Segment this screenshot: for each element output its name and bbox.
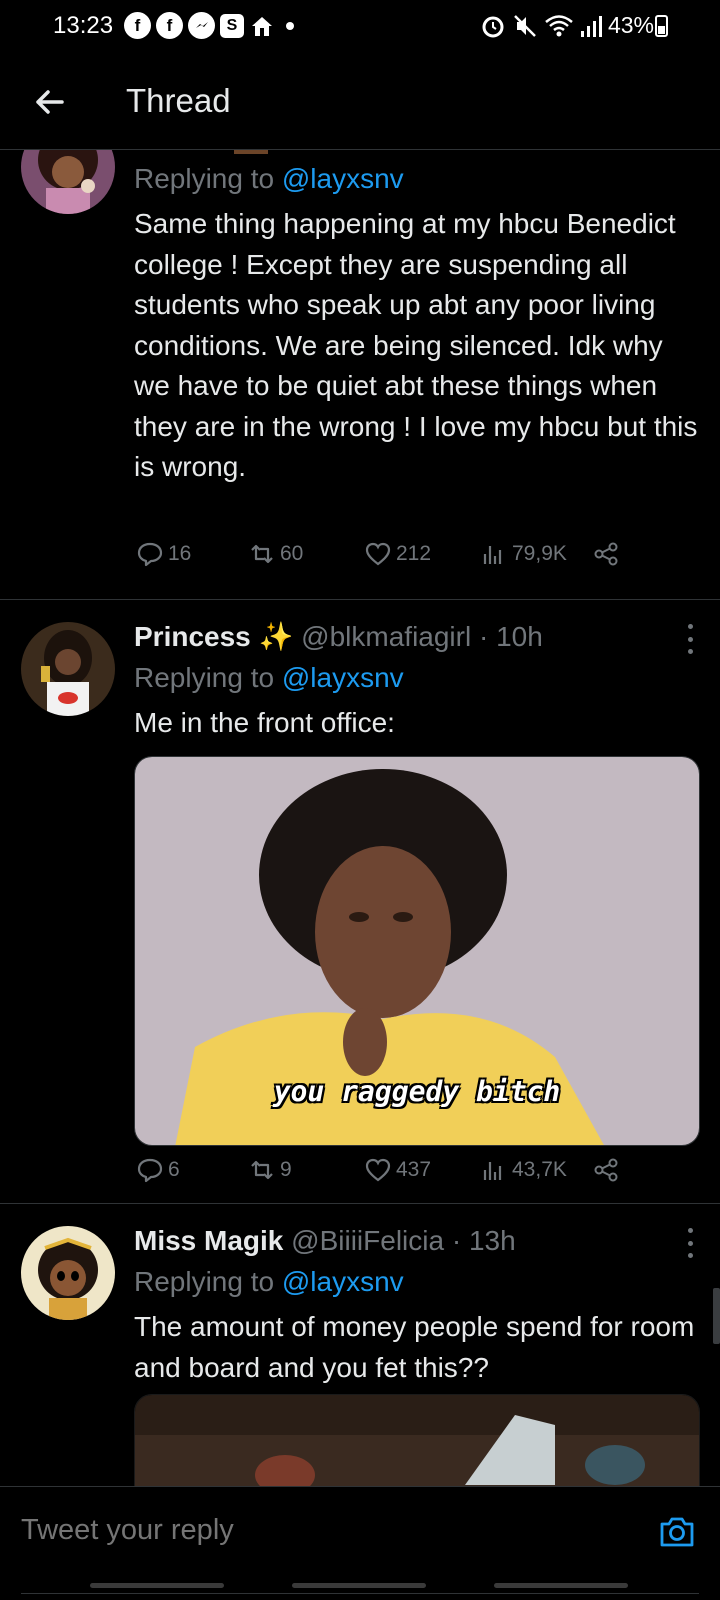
like-count: 212 — [396, 542, 432, 565]
reply-button[interactable]: 6 — [136, 1152, 180, 1188]
replying-to: Replying to @layxsnv — [134, 160, 698, 198]
avatar[interactable] — [21, 1226, 115, 1320]
media-image — [135, 1395, 699, 1486]
more-notifications-dot — [286, 21, 294, 30]
battery-icon — [655, 15, 668, 37]
tweet-header: Miss Magik @BiiiiFelicia · 13h — [134, 1222, 698, 1260]
mute-icon — [514, 14, 536, 37]
views-icon — [483, 1162, 502, 1180]
share-icon — [594, 1158, 618, 1182]
replying-prefix: Replying to — [134, 1266, 275, 1297]
views-button[interactable]: 43,7K — [480, 1152, 567, 1188]
replying-prefix: Replying to — [134, 662, 275, 693]
reply-icon — [137, 1158, 163, 1183]
tweet-media[interactable] — [134, 1394, 700, 1486]
system-icons: 43% — [480, 12, 654, 39]
avatar[interactable] — [21, 622, 115, 716]
tweet-text: Me in the front office: — [134, 707, 395, 738]
gif-caption: you raggedy bitch — [273, 1075, 561, 1108]
tweet-actions: 6 9 437 43,7K — [136, 1152, 636, 1188]
page-title: Thread — [126, 82, 231, 119]
reply-count: 16 — [168, 542, 192, 565]
heart-icon — [365, 542, 391, 566]
share-button[interactable] — [592, 1152, 620, 1188]
tweet[interactable]: Princess ✨ @blkmafiagirl · 10h Replying … — [0, 600, 720, 1204]
more-options-icon[interactable] — [686, 624, 694, 654]
tweet-media[interactable]: you raggedy bitch — [134, 756, 700, 1146]
replying-prefix: Replying to — [134, 163, 275, 194]
back-arrow-icon[interactable] — [30, 82, 70, 122]
reply-input[interactable] — [21, 1514, 601, 1547]
signal-icon — [580, 15, 602, 37]
retweet-icon — [251, 1160, 273, 1180]
views-count: 79,9K — [512, 542, 567, 565]
author-name[interactable]: Miss Magik — [134, 1225, 283, 1256]
reply-icon — [137, 542, 163, 567]
share-button[interactable] — [592, 536, 620, 572]
retweet-count: 60 — [280, 542, 304, 565]
nav-back-button[interactable] — [494, 1583, 628, 1588]
tweet-header: Princess ✨ @blkmafiagirl · 10h — [134, 618, 698, 656]
nav-home-button[interactable] — [292, 1583, 426, 1588]
retweet-button[interactable]: 60 — [248, 536, 303, 572]
like-button[interactable]: 437 — [364, 1152, 431, 1188]
alarm-icon — [482, 16, 504, 37]
reply-button[interactable]: 16 — [136, 536, 191, 572]
facebook-icon: f — [156, 12, 183, 39]
views-button[interactable]: 79,9K — [480, 536, 567, 572]
tweet[interactable]: Replying to @layxsnv Same thing happenin… — [0, 150, 720, 600]
messenger-icon — [188, 12, 215, 39]
camera-icon[interactable] — [658, 1513, 696, 1551]
replying-to: Replying to @layxsnv — [134, 659, 698, 697]
reply-underline — [21, 1593, 699, 1594]
scrollbar-thumb[interactable] — [713, 1288, 720, 1344]
author-name[interactable]: Princess ✨ — [134, 621, 293, 652]
retweet-icon — [251, 544, 273, 564]
facebook-icon: f — [124, 12, 151, 39]
share-icon — [594, 542, 618, 566]
reply-bar — [0, 1486, 720, 1600]
status-time: 13:23 — [53, 12, 114, 39]
author-handle[interactable]: @blkmafiagirl · 10h — [301, 621, 543, 652]
thread-feed[interactable]: Replying to @layxsnv Same thing happenin… — [0, 150, 720, 1486]
views-icon — [483, 546, 502, 564]
notification-icons: f f S — [124, 12, 294, 39]
more-options-icon[interactable] — [686, 1228, 694, 1258]
replying-to: Replying to @layxsnv — [134, 1263, 698, 1301]
retweet-count: 9 — [280, 1158, 292, 1181]
author-handle[interactable]: @BiiiiFelicia · 13h — [291, 1225, 516, 1256]
home-icon — [252, 16, 272, 36]
heart-icon — [365, 1158, 391, 1182]
wifi-icon — [545, 14, 573, 36]
tweet[interactable]: Miss Magik @BiiiiFelicia · 13h Replying … — [0, 1204, 720, 1486]
reply-count: 6 — [168, 1158, 180, 1181]
mention-link[interactable]: @layxsnv — [282, 163, 404, 194]
s-icon: S — [220, 13, 244, 38]
tweet-text: Same thing happening at my hbcu Benedict… — [134, 208, 698, 482]
tweet-actions: 16 60 212 79,9K — [136, 536, 636, 572]
like-button[interactable]: 212 — [364, 536, 431, 572]
nav-recents-button[interactable] — [90, 1583, 224, 1588]
emoji-fragment — [234, 150, 268, 154]
mention-link[interactable]: @layxsnv — [282, 1266, 404, 1297]
tweet-text: The amount of money people spend for roo… — [134, 1311, 695, 1383]
views-count: 43,7K — [512, 1158, 567, 1181]
status-bar: 13:23 f f S 43% — [0, 0, 720, 52]
retweet-button[interactable]: 9 — [248, 1152, 292, 1188]
mention-link[interactable]: @layxsnv — [282, 662, 404, 693]
like-count: 437 — [396, 1158, 432, 1181]
battery-percent: 43% — [607, 12, 654, 38]
avatar[interactable] — [21, 150, 115, 214]
app-header: Thread — [0, 52, 720, 150]
